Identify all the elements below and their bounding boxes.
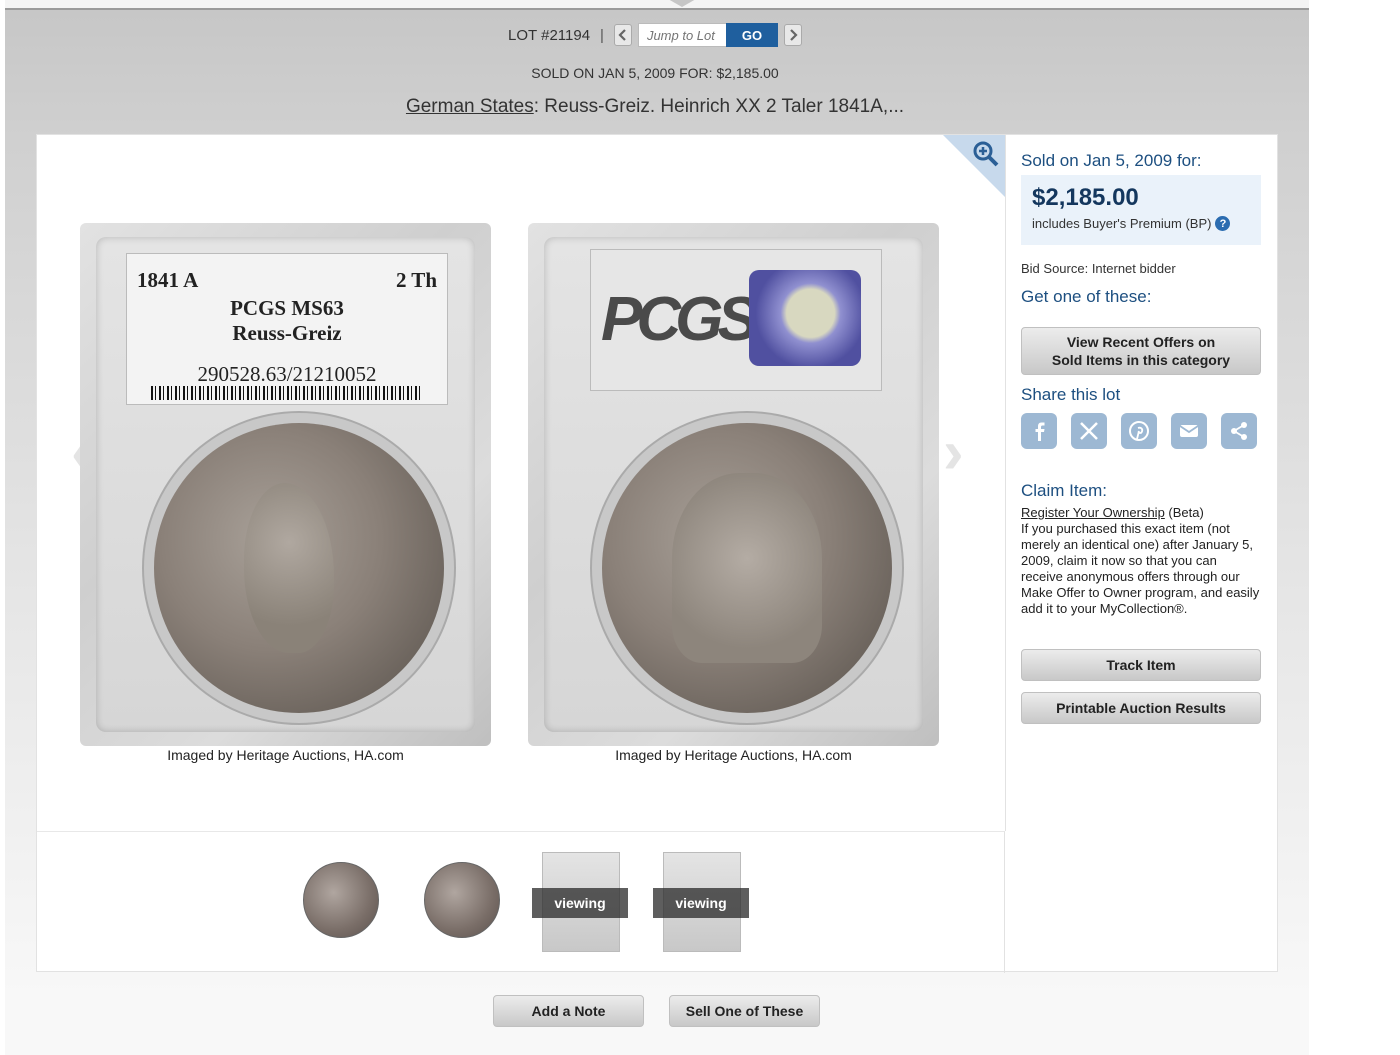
share-buttons xyxy=(1021,413,1257,449)
main-panel: ‹ › 1841 A 2 Th PCGS MS63 Reuss-Greiz 29… xyxy=(36,134,1278,973)
printable-results-button[interactable]: Printable Auction Results xyxy=(1021,692,1261,724)
viewing-overlay: viewing xyxy=(532,888,628,918)
view-recent-offers-button[interactable]: View Recent Offers on Sold Items in this… xyxy=(1021,327,1261,375)
prev-lot-button[interactable] xyxy=(613,24,632,46)
offers-line-1: View Recent Offers on xyxy=(1066,334,1216,350)
thumbnail-coin-reverse[interactable] xyxy=(420,852,500,952)
price-box: $2,185.00 includes Buyer's Premium (BP) … xyxy=(1021,175,1261,245)
image-caption: Imaged by Heritage Auctions, HA.com xyxy=(167,747,404,763)
image-viewer: ‹ › 1841 A 2 Th PCGS MS63 Reuss-Greiz 29… xyxy=(37,135,1006,831)
help-icon[interactable]: ? xyxy=(1215,216,1231,231)
register-ownership-link[interactable]: Register Your Ownership xyxy=(1021,505,1165,520)
bid-source: Bid Source: Internet bidder xyxy=(1021,261,1176,276)
slab-year: 1841 A xyxy=(137,268,199,292)
jump-to-lot-input[interactable] xyxy=(637,23,726,47)
category-link[interactable]: German States xyxy=(406,96,534,117)
slab-label: PCGS xyxy=(590,249,882,391)
lot-navigation: LOT #21194 | GO xyxy=(0,23,1310,47)
next-lot-button[interactable] xyxy=(783,24,802,46)
top-border xyxy=(5,0,1309,10)
slab-grade: PCGS MS63 xyxy=(230,296,344,320)
share-heading: Share this lot xyxy=(1021,385,1121,404)
coin-reverse-image[interactable]: PCGS xyxy=(528,223,939,746)
beta-label: (Beta) xyxy=(1164,505,1204,520)
pinterest-icon[interactable] xyxy=(1121,413,1157,449)
claim-text: Register Your Ownership (Beta) If you pu… xyxy=(1021,505,1261,617)
pcgs-logo: PCGS xyxy=(601,285,759,354)
sell-one-button[interactable]: Sell One of These xyxy=(669,995,820,1027)
top-notch xyxy=(668,0,696,7)
lot-title-text: : Reuss-Greiz. Heinrich XX 2 Taler 1841A… xyxy=(533,96,905,117)
track-item-button[interactable]: Track Item xyxy=(1021,649,1261,681)
price-note: includes Buyer's Premium (BP) ? xyxy=(1032,216,1250,231)
image-caption: Imaged by Heritage Auctions, HA.com xyxy=(615,747,852,763)
zoom-in-icon[interactable] xyxy=(973,141,999,167)
coin-obverse xyxy=(154,423,444,713)
coat-of-arms xyxy=(672,473,822,663)
go-button[interactable]: GO xyxy=(725,23,778,47)
facebook-icon[interactable] xyxy=(1021,413,1057,449)
email-icon[interactable] xyxy=(1171,413,1207,449)
add-note-button[interactable]: Add a Note xyxy=(493,995,644,1027)
thumbnail-slab-reverse[interactable]: viewing xyxy=(653,852,749,952)
claim-heading: Claim Item: xyxy=(1021,481,1107,500)
share-icon[interactable] xyxy=(1221,413,1257,449)
chevron-right-icon xyxy=(790,29,798,41)
viewing-overlay: viewing xyxy=(653,888,749,918)
x-icon[interactable] xyxy=(1071,413,1107,449)
slab-denomination: 2 Th xyxy=(395,268,437,292)
sold-price: $2,185.00 xyxy=(1032,184,1139,211)
offers-line-2: Sold Items in this category xyxy=(1051,352,1231,368)
portrait xyxy=(244,483,334,653)
hologram xyxy=(749,270,861,366)
thumbnail-coin-obverse[interactable] xyxy=(299,852,379,952)
slab-holder: 1841 A 2 Th PCGS MS63 Reuss-Greiz 290528… xyxy=(80,223,491,746)
coin-obverse-image[interactable]: 1841 A 2 Th PCGS MS63 Reuss-Greiz 290528… xyxy=(80,223,491,746)
claim-description: If you purchased this exact item (not me… xyxy=(1021,521,1260,616)
sold-summary: SOLD ON JAN 5, 2009 FOR: $2,185.00 xyxy=(531,65,779,81)
thumbnail-strip: viewing viewing xyxy=(37,831,1005,973)
chevron-left-icon xyxy=(618,29,626,41)
price-note-text: includes Buyer's Premium (BP) xyxy=(1032,216,1212,231)
thumbnail-slab-obverse[interactable]: viewing xyxy=(532,852,628,952)
slab-coin-name: Reuss-Greiz xyxy=(232,321,342,345)
sold-for-label: Sold on Jan 5, 2009 for: xyxy=(1021,151,1202,170)
get-one-heading: Get one of these: xyxy=(1021,287,1152,306)
slab-holder: PCGS xyxy=(528,223,939,746)
next-image-arrow[interactable]: › xyxy=(943,417,964,488)
barcode xyxy=(151,386,423,400)
slab-cert-number: 290528.63/21210052 xyxy=(197,362,377,386)
separator: | xyxy=(600,26,604,44)
slab-label: 1841 A 2 Th PCGS MS63 Reuss-Greiz 290528… xyxy=(126,253,448,405)
lot-title: German States: Reuss-Greiz. Heinrich XX … xyxy=(0,96,1310,118)
lot-number: LOT #21194 xyxy=(508,26,591,44)
coin-reverse xyxy=(602,423,892,713)
